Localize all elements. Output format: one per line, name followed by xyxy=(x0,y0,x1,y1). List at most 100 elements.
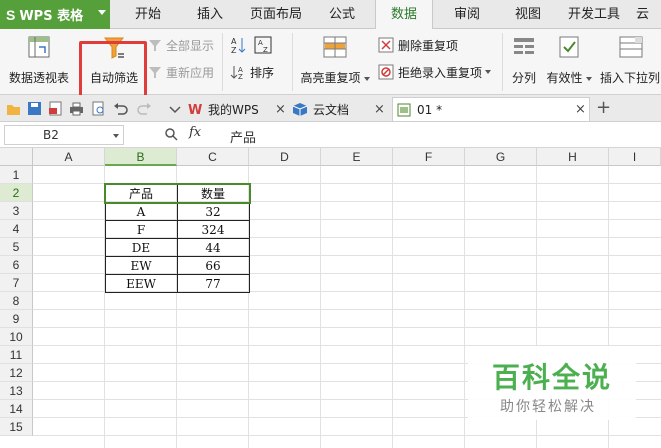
chevron-down-icon[interactable] xyxy=(167,101,182,116)
sort-button[interactable]: A Z 排序 xyxy=(230,61,274,83)
row-header-2[interactable]: 2 xyxy=(0,184,33,202)
column-header-h[interactable]: H xyxy=(537,148,609,166)
tab-data[interactable]: 数据 xyxy=(375,0,433,30)
doc-tab-active[interactable]: 01 * × xyxy=(392,97,590,121)
zoom-icon[interactable] xyxy=(164,127,178,141)
insert-dropdown-button[interactable]: 插入下拉列 xyxy=(600,35,661,86)
column-header-b[interactable]: B xyxy=(105,148,177,166)
reject-duplicates-icon xyxy=(378,64,394,80)
tab-insert[interactable]: 插入 xyxy=(190,0,230,29)
row-header-4[interactable]: 4 xyxy=(0,220,33,238)
cell-c5[interactable]: 44 xyxy=(177,239,249,257)
tab-formulas[interactable]: 公式 xyxy=(322,0,362,29)
close-icon[interactable]: × xyxy=(575,102,586,117)
cell-b5[interactable]: DE xyxy=(105,239,177,257)
row-header-3[interactable]: 3 xyxy=(0,202,33,220)
cell-c3[interactable]: 32 xyxy=(177,203,249,221)
save-icon[interactable] xyxy=(27,101,42,116)
row-header-1[interactable]: 1 xyxy=(0,166,33,184)
validity-label: 有效性 xyxy=(546,71,583,85)
pivot-table-icon xyxy=(28,36,50,58)
tab-cloud[interactable]: 云服 xyxy=(636,0,661,29)
show-all-button[interactable]: 全部显示 xyxy=(148,34,214,56)
undo-icon[interactable] xyxy=(113,101,128,116)
export-pdf-icon[interactable] xyxy=(48,101,63,116)
wps-logo-icon: S xyxy=(6,6,16,23)
spreadsheet-file-icon xyxy=(397,103,411,116)
row-header-10[interactable]: 10 xyxy=(0,328,33,346)
row-header-5[interactable]: 5 xyxy=(0,238,33,256)
ribbon-separator xyxy=(292,33,293,91)
sort-ascending-icon: A Z xyxy=(231,37,246,54)
tab-review[interactable]: 审阅 xyxy=(447,0,487,29)
cell-b7[interactable]: EEW xyxy=(105,275,177,293)
cell-c4[interactable]: 324 xyxy=(177,221,249,239)
highlight-duplicates-label: 高亮重复项 xyxy=(300,71,361,85)
row-header-9[interactable]: 9 xyxy=(0,310,33,328)
chevron-down-icon xyxy=(585,76,592,81)
chevron-down-icon xyxy=(113,134,119,138)
svg-text:W: W xyxy=(188,103,202,116)
cell-b4[interactable]: F xyxy=(105,221,177,239)
column-header-e[interactable]: E xyxy=(321,148,393,166)
cell-b3[interactable]: A xyxy=(105,203,177,221)
split-button[interactable]: 分列 xyxy=(506,35,542,86)
column-header-d[interactable]: D xyxy=(249,148,321,166)
remove-duplicates-button[interactable]: 删除重复项 xyxy=(378,34,458,56)
selection-range xyxy=(104,183,251,204)
column-header-a[interactable]: A xyxy=(33,148,105,166)
column-header-c[interactable]: C xyxy=(177,148,249,166)
tab-view[interactable]: 视图 xyxy=(508,0,548,29)
validity-check-icon xyxy=(559,36,579,58)
reject-duplicates-button[interactable]: 拒绝录入重复项 xyxy=(378,61,492,83)
tab-developer[interactable]: 开发工具 xyxy=(562,0,626,29)
row-header-11[interactable]: 11 xyxy=(0,346,33,364)
row-header-8[interactable]: 8 xyxy=(0,292,33,310)
cell-c7[interactable]: 77 xyxy=(177,275,249,293)
tab-home[interactable]: 开始 xyxy=(128,0,168,29)
doc-tab-my-wps[interactable]: W 我的WPS × xyxy=(188,97,286,121)
column-header-i[interactable]: I xyxy=(609,148,661,166)
name-box[interactable]: B2 xyxy=(4,125,124,145)
row-header-15[interactable]: 15 xyxy=(0,418,33,436)
doc-tab-label: 云文档 xyxy=(313,102,350,117)
open-folder-icon[interactable] xyxy=(6,101,21,116)
app-menu-button[interactable]: S WPS 表格 xyxy=(0,0,110,29)
close-icon[interactable]: × xyxy=(275,102,286,117)
doc-tab-label: 我的WPS xyxy=(208,102,259,117)
cell-c6[interactable]: 66 xyxy=(177,257,249,275)
tab-page-layout[interactable]: 页面布局 xyxy=(246,0,306,29)
filter-clear-icon xyxy=(149,40,161,51)
reapply-button[interactable]: 重新应用 xyxy=(148,61,214,83)
function-button[interactable]: fx xyxy=(189,125,201,140)
watermark: 百科全说 助你轻松解决 xyxy=(468,346,636,420)
sort-descending-button[interactable]: A Z xyxy=(254,34,276,56)
row-header-13[interactable]: 13 xyxy=(0,382,33,400)
validity-button[interactable]: 有效性 xyxy=(544,35,594,86)
select-all-corner[interactable] xyxy=(0,148,33,166)
chevron-down-icon xyxy=(363,76,370,81)
doc-tab-cloud-docs[interactable]: 云文档 × xyxy=(292,97,385,121)
row-header-14[interactable]: 14 xyxy=(0,400,33,418)
quick-access-bar: W 我的WPS × 云文档 × 01 * × + xyxy=(0,95,661,122)
dropdown-list-icon xyxy=(619,36,642,58)
formula-bar: B2 fx 产品 xyxy=(0,122,661,148)
sort-ascending-button[interactable]: A Z xyxy=(230,34,250,56)
column-header-f[interactable]: F xyxy=(393,148,465,166)
sort-icon: A Z xyxy=(230,66,243,80)
highlight-duplicates-button[interactable]: 高亮重复项 xyxy=(298,35,372,86)
formula-input[interactable]: 产品 xyxy=(230,127,256,146)
row-header-12[interactable]: 12 xyxy=(0,364,33,382)
print-preview-icon[interactable] xyxy=(91,101,106,116)
new-tab-icon[interactable]: + xyxy=(596,97,611,118)
reject-duplicates-label: 拒绝录入重复项 xyxy=(398,65,483,80)
row-header-7[interactable]: 7 xyxy=(0,274,33,292)
column-header-g[interactable]: G xyxy=(465,148,537,166)
cell-b6[interactable]: EW xyxy=(105,257,177,275)
cloud-cube-icon xyxy=(292,103,308,116)
pivot-table-button[interactable]: 数据透视表 xyxy=(6,35,72,86)
close-icon[interactable]: × xyxy=(374,102,385,117)
print-icon[interactable] xyxy=(69,101,84,116)
redo-icon[interactable] xyxy=(137,101,152,116)
row-header-6[interactable]: 6 xyxy=(0,256,33,274)
